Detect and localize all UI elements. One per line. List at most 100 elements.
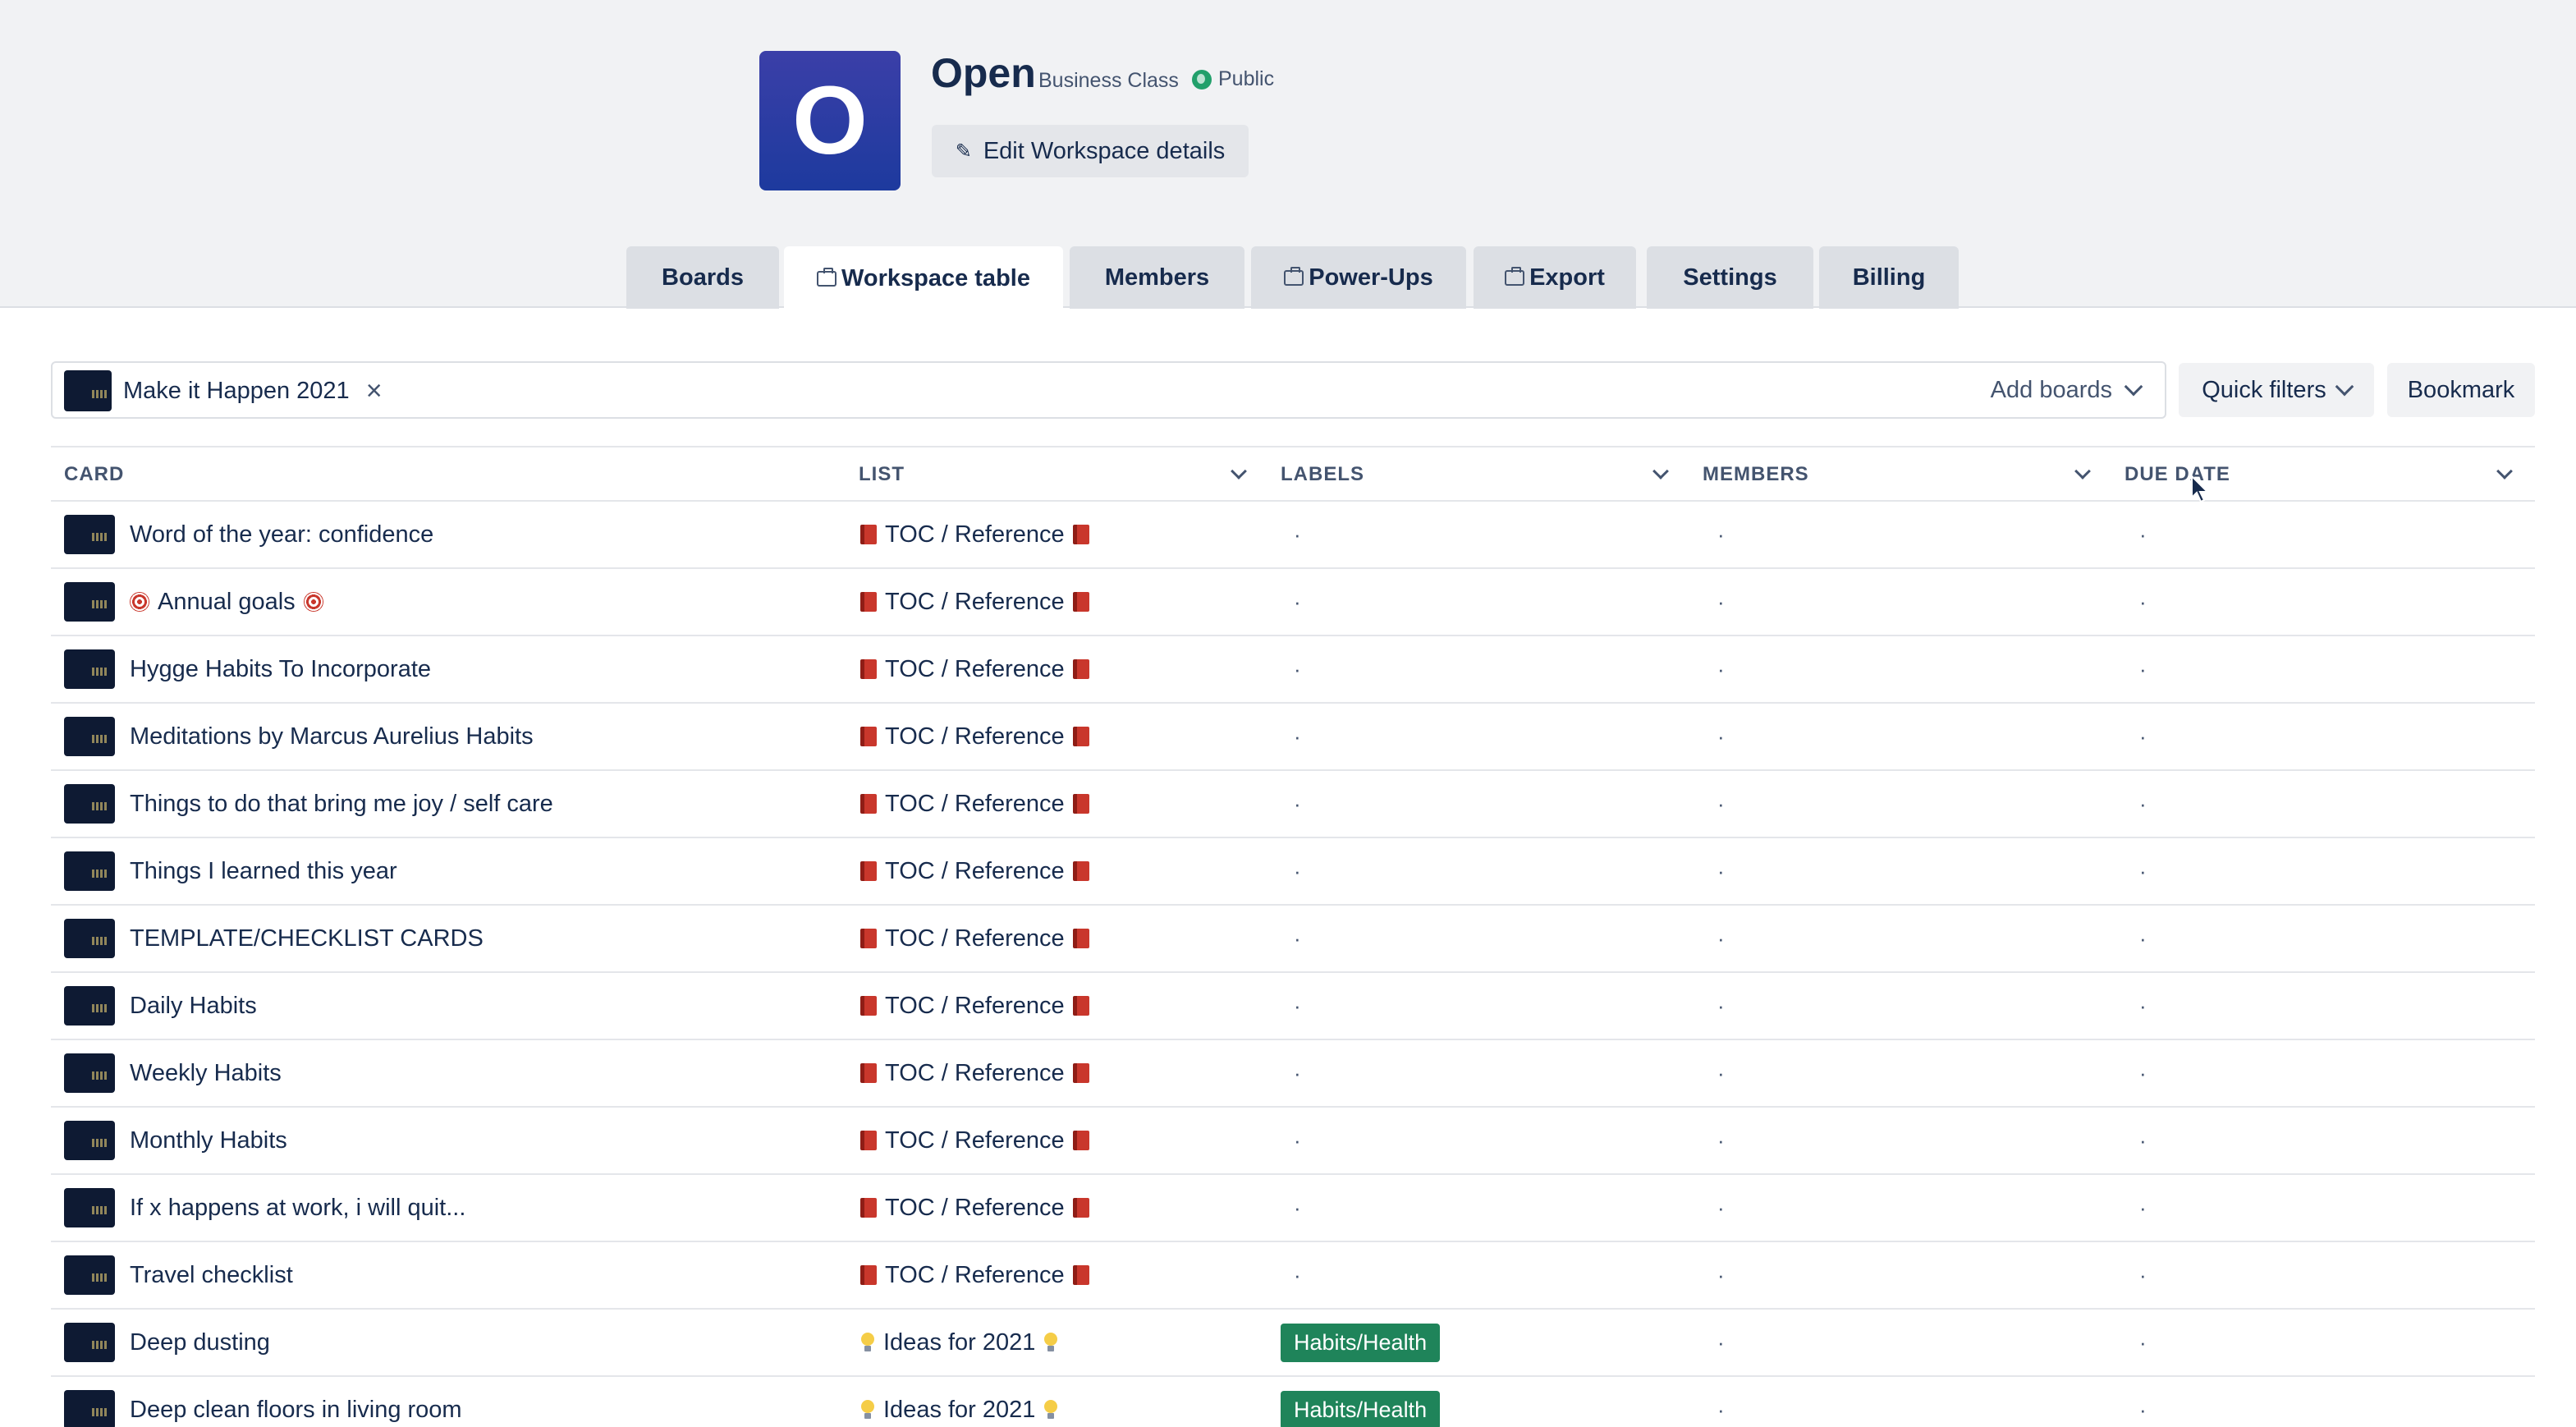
list-cell[interactable]: TOC / Reference: [859, 1108, 1089, 1173]
list-cell[interactable]: TOC / Reference: [859, 771, 1089, 837]
members-cell[interactable]: ·: [1717, 1040, 1725, 1106]
labels-cell[interactable]: ·: [1294, 1040, 1301, 1106]
list-cell[interactable]: Ideas for 2021: [859, 1377, 1058, 1427]
list-cell[interactable]: TOC / Reference: [859, 906, 1089, 971]
due-date-cell[interactable]: ·: [2139, 1040, 2147, 1106]
members-cell[interactable]: ·: [1717, 1310, 1725, 1375]
labels-cell[interactable]: ·: [1294, 973, 1301, 1039]
card-cell[interactable]: Meditations by Marcus Aurelius Habits: [130, 704, 534, 769]
due-date-cell[interactable]: ·: [2139, 636, 2147, 702]
card-cell[interactable]: Deep dusting: [130, 1310, 270, 1375]
labels-cell[interactable]: ·: [1294, 569, 1301, 635]
list-cell[interactable]: TOC / Reference: [859, 1242, 1089, 1308]
tab-boards[interactable]: Boards: [626, 246, 779, 309]
members-cell[interactable]: ·: [1717, 636, 1725, 702]
table-row[interactable]: TEMPLATE/CHECKLIST CARDS TOC / Reference ·…: [51, 906, 2535, 973]
column-header-due-date[interactable]: DUE DATE: [2125, 447, 2230, 502]
list-cell[interactable]: TOC / Reference: [859, 502, 1089, 567]
tab-settings[interactable]: Settings: [1647, 246, 1813, 309]
due-date-cell[interactable]: ·: [2139, 569, 2147, 635]
tab-workspace-table[interactable]: Workspace table: [784, 246, 1063, 310]
table-row[interactable]: Things to do that bring me joy / self ca…: [51, 771, 2535, 838]
chevron-down-icon[interactable]: [2496, 463, 2513, 479]
card-cell[interactable]: Hygge Habits To Incorporate: [130, 636, 431, 702]
column-header-members[interactable]: MEMBERS: [1703, 447, 1809, 502]
workspace-visibility[interactable]: Public: [1192, 67, 1274, 91]
labels-cell[interactable]: ·: [1294, 838, 1301, 904]
list-cell[interactable]: TOC / Reference: [859, 704, 1089, 769]
list-cell[interactable]: TOC / Reference: [859, 569, 1089, 635]
card-cell[interactable]: Monthly Habits: [130, 1108, 287, 1173]
list-cell[interactable]: Ideas for 2021: [859, 1310, 1058, 1375]
labels-cell[interactable]: Habits/Health: [1281, 1310, 1441, 1375]
table-row[interactable]: Annual goals TOC / Reference · · ·: [51, 569, 2535, 636]
table-row[interactable]: Monthly Habits TOC / Reference · · ·: [51, 1108, 2535, 1175]
table-row[interactable]: Deep clean floors in living room Ideas fo…: [51, 1377, 2535, 1427]
members-cell[interactable]: ·: [1717, 569, 1725, 635]
table-row[interactable]: Things I learned this year TOC / Referenc…: [51, 838, 2535, 906]
bookmark-button[interactable]: Bookmark: [2387, 363, 2535, 417]
card-cell[interactable]: Things to do that bring me joy / self ca…: [130, 771, 553, 837]
table-row[interactable]: Deep dusting Ideas for 2021 Habits/Health ·…: [51, 1310, 2535, 1377]
members-cell[interactable]: ·: [1717, 838, 1725, 904]
column-header-labels[interactable]: LABELS: [1281, 447, 1364, 502]
chevron-down-icon[interactable]: [2074, 463, 2091, 479]
members-cell[interactable]: ·: [1717, 973, 1725, 1039]
members-cell[interactable]: ·: [1717, 704, 1725, 769]
labels-cell[interactable]: ·: [1294, 906, 1301, 971]
list-cell[interactable]: TOC / Reference: [859, 1040, 1089, 1106]
list-cell[interactable]: TOC / Reference: [859, 636, 1089, 702]
card-cell[interactable]: Annual goals: [130, 569, 323, 635]
due-date-cell[interactable]: ·: [2139, 704, 2147, 769]
due-date-cell[interactable]: ·: [2139, 1108, 2147, 1173]
column-header-list[interactable]: LIST: [859, 447, 905, 502]
due-date-cell[interactable]: ·: [2139, 1310, 2147, 1375]
list-cell[interactable]: TOC / Reference: [859, 838, 1089, 904]
card-cell[interactable]: Daily Habits: [130, 973, 257, 1039]
card-cell[interactable]: Word of the year: confidence: [130, 502, 433, 567]
table-row[interactable]: Daily Habits TOC / Reference · · ·: [51, 973, 2535, 1040]
table-row[interactable]: Word of the year: confidence TOC / Refere…: [51, 502, 2535, 569]
card-cell[interactable]: TEMPLATE/CHECKLIST CARDS: [130, 906, 484, 971]
due-date-cell[interactable]: ·: [2139, 1175, 2147, 1241]
members-cell[interactable]: ·: [1717, 906, 1725, 971]
list-cell[interactable]: TOC / Reference: [859, 973, 1089, 1039]
members-cell[interactable]: ·: [1717, 502, 1725, 567]
members-cell[interactable]: ·: [1717, 1377, 1725, 1427]
board-filter-input[interactable]: Make it Happen 2021 × Add boards: [51, 361, 2166, 419]
tab-members[interactable]: Members: [1070, 246, 1244, 309]
labels-cell[interactable]: ·: [1294, 771, 1301, 837]
chevron-down-icon[interactable]: [1231, 463, 1247, 479]
edit-workspace-button[interactable]: ✎ Edit Workspace details: [932, 125, 1249, 177]
due-date-cell[interactable]: ·: [2139, 1377, 2147, 1427]
members-cell[interactable]: ·: [1717, 1242, 1725, 1308]
members-cell[interactable]: ·: [1717, 1108, 1725, 1173]
labels-cell[interactable]: ·: [1294, 1175, 1301, 1241]
card-cell[interactable]: Deep clean floors in living room: [130, 1377, 462, 1427]
table-row[interactable]: Travel checklist TOC / Reference · · ·: [51, 1242, 2535, 1310]
card-cell[interactable]: Weekly Habits: [130, 1040, 282, 1106]
table-row[interactable]: Hygge Habits To Incorporate TOC / Referen…: [51, 636, 2535, 704]
labels-cell[interactable]: ·: [1294, 1242, 1301, 1308]
due-date-cell[interactable]: ·: [2139, 771, 2147, 837]
tab-power-ups[interactable]: Power-Ups: [1251, 246, 1466, 309]
card-cell[interactable]: Things I learned this year: [130, 838, 397, 904]
labels-cell[interactable]: ·: [1294, 704, 1301, 769]
table-row[interactable]: Weekly Habits TOC / Reference · · ·: [51, 1040, 2535, 1108]
due-date-cell[interactable]: ·: [2139, 502, 2147, 567]
table-row[interactable]: Meditations by Marcus Aurelius Habits TOC…: [51, 704, 2535, 771]
card-cell[interactable]: Travel checklist: [130, 1242, 293, 1308]
members-cell[interactable]: ·: [1717, 1175, 1725, 1241]
list-cell[interactable]: TOC / Reference: [859, 1175, 1089, 1241]
labels-cell[interactable]: Habits/Health: [1281, 1377, 1441, 1427]
due-date-cell[interactable]: ·: [2139, 838, 2147, 904]
members-cell[interactable]: ·: [1717, 771, 1725, 837]
due-date-cell[interactable]: ·: [2139, 973, 2147, 1039]
chevron-down-icon[interactable]: [1652, 463, 1669, 479]
tab-export[interactable]: Export: [1474, 246, 1636, 309]
tab-billing[interactable]: Billing: [1819, 246, 1959, 309]
due-date-cell[interactable]: ·: [2139, 906, 2147, 971]
add-boards-dropdown[interactable]: Add boards: [1991, 363, 2143, 417]
close-icon[interactable]: ×: [366, 375, 383, 407]
labels-cell[interactable]: ·: [1294, 636, 1301, 702]
